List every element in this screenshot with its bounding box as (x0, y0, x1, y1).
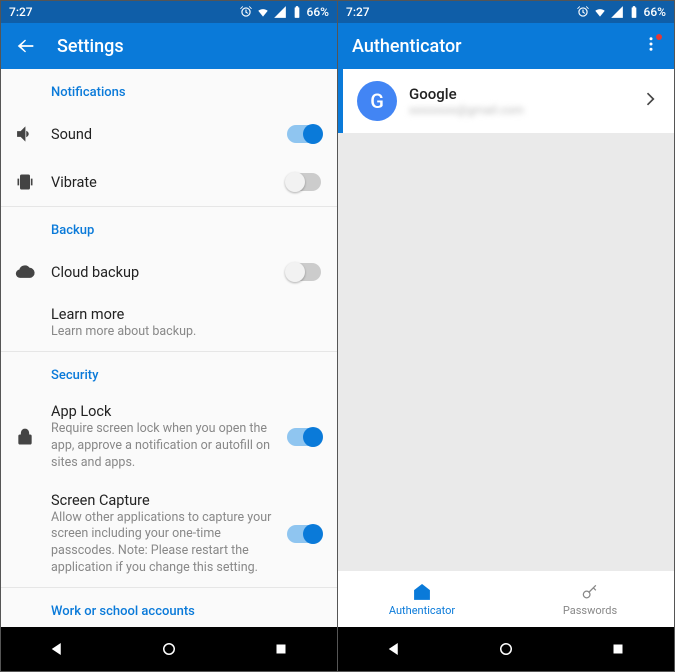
battery-pct: 66% (307, 5, 329, 19)
menu-button[interactable] (642, 35, 660, 57)
nav-home-icon[interactable] (160, 640, 178, 658)
cloud-label: Cloud backup (51, 264, 279, 281)
signal-icon (610, 5, 624, 19)
notification-dot (656, 34, 662, 40)
learn-sub: Learn more about backup. (51, 324, 321, 341)
cloud-toggle[interactable] (287, 263, 321, 281)
learn-title: Learn more (51, 306, 321, 323)
alarm-icon (576, 5, 590, 19)
capture-sub: Allow other applications to capture your… (51, 510, 279, 578)
authenticator-screen: 7:27 66% Authenticator G Google xxxxxxxx… (338, 1, 674, 671)
page-title: Settings (57, 36, 124, 57)
row-applock[interactable]: App Lock Require screen lock when you op… (1, 393, 337, 482)
capture-title: Screen Capture (51, 492, 279, 509)
battery-icon (627, 5, 641, 19)
tab-pass-label: Passwords (563, 604, 617, 617)
avatar: G (357, 81, 397, 121)
status-time: 7:27 (9, 5, 33, 19)
tab-passwords[interactable]: Passwords (506, 571, 674, 627)
account-email: xxxxxxxx@gmail.com (409, 103, 640, 117)
row-learn-more[interactable]: Learn more Learn more about backup. (1, 296, 337, 351)
wifi-icon (256, 5, 270, 19)
page-title: Authenticator (352, 36, 462, 57)
status-bar: 7:27 66% (1, 1, 337, 23)
section-work: Work or school accounts (1, 588, 337, 627)
section-notifications: Notifications (1, 69, 337, 110)
cloud-icon (15, 262, 35, 282)
vibrate-toggle[interactable] (287, 173, 321, 191)
status-time: 7:27 (346, 5, 370, 19)
sound-toggle[interactable] (287, 125, 321, 143)
nav-recent-icon[interactable] (609, 640, 627, 658)
row-cloud-backup[interactable]: Cloud backup (1, 248, 337, 296)
row-sound[interactable]: Sound (1, 110, 337, 158)
status-bar: 7:27 66% (338, 1, 674, 23)
back-arrow-icon[interactable] (15, 35, 37, 57)
applock-sub: Require screen lock when you open the ap… (51, 421, 279, 472)
empty-area (338, 133, 674, 571)
signal-icon (273, 5, 287, 19)
nav-back-icon[interactable] (385, 640, 403, 658)
section-security: Security (1, 352, 337, 393)
sound-icon (15, 124, 35, 144)
app-bar: Settings (1, 23, 337, 69)
lock-icon (15, 427, 35, 447)
row-capture[interactable]: Screen Capture Allow other applications … (1, 482, 337, 588)
android-nav-bar (1, 627, 337, 671)
nav-home-icon[interactable] (497, 640, 515, 658)
section-backup: Backup (1, 207, 337, 248)
settings-screen: 7:27 66% Settings Notifications Sound Vi… (1, 1, 337, 671)
tab-auth-label: Authenticator (389, 604, 455, 617)
vibrate-icon (15, 172, 35, 192)
tab-authenticator[interactable]: Authenticator (338, 571, 506, 627)
nav-recent-icon[interactable] (272, 640, 290, 658)
settings-list[interactable]: Notifications Sound Vibrate Backup Cloud… (1, 69, 337, 627)
applock-toggle[interactable] (287, 428, 321, 446)
home-shield-icon (412, 582, 432, 602)
chevron-right-icon (640, 89, 660, 113)
sound-label: Sound (51, 126, 279, 143)
battery-pct: 66% (644, 5, 666, 19)
vibrate-label: Vibrate (51, 174, 279, 191)
row-vibrate[interactable]: Vibrate (1, 158, 337, 206)
key-icon (580, 582, 600, 602)
account-row-google[interactable]: G Google xxxxxxxx@gmail.com (338, 69, 674, 133)
nav-back-icon[interactable] (48, 640, 66, 658)
android-nav-bar (338, 627, 674, 671)
alarm-icon (239, 5, 253, 19)
bottom-tabs: Authenticator Passwords (338, 571, 674, 627)
capture-toggle[interactable] (287, 525, 321, 543)
app-bar: Authenticator (338, 23, 674, 69)
account-name: Google (409, 85, 640, 103)
applock-title: App Lock (51, 403, 279, 420)
battery-icon (290, 5, 304, 19)
wifi-icon (593, 5, 607, 19)
